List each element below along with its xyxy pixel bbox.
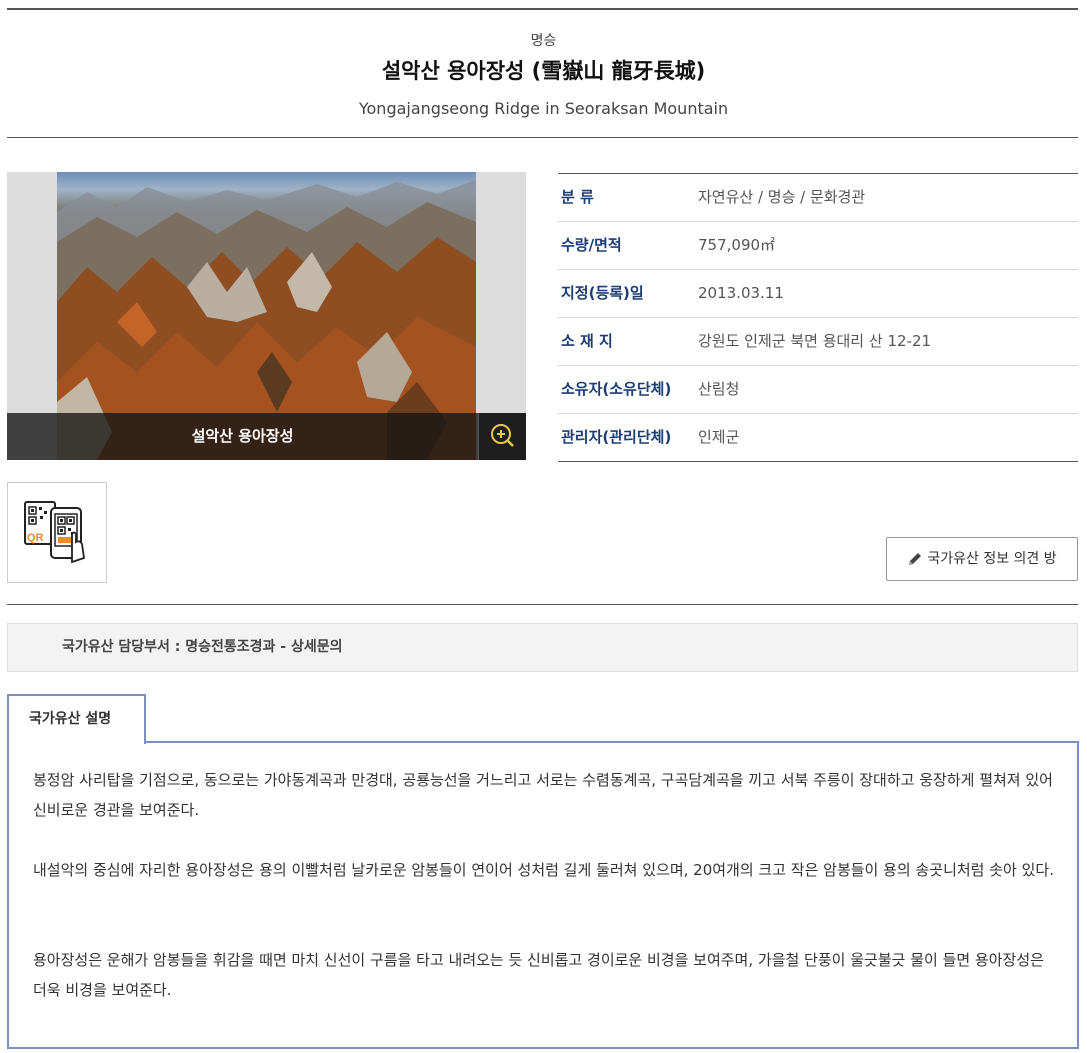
- info-row-classification: 분 류 자연유산 / 명승 / 문화경관: [558, 174, 1078, 222]
- info-label: 소유자(소유단체): [561, 380, 672, 398]
- top-divider: [7, 8, 1078, 10]
- opinion-button-label: 국가유산 정보 의견 방: [927, 551, 1057, 567]
- info-row-area: 수량/면적 757,090㎡: [558, 222, 1078, 270]
- info-row-manager: 관리자(관리단체) 인제군: [558, 414, 1078, 462]
- zoom-button[interactable]: [478, 413, 526, 460]
- description-paragraph: 내설악의 중심에 자리한 용아장성은 용의 이빨처럼 날카로운 암봉들이 연이어…: [33, 861, 1054, 879]
- header-divider: [7, 137, 1078, 138]
- photo-caption-bar: 설악산 용아장성: [7, 413, 526, 460]
- info-row-owner: 소유자(소유단체) 산림청: [558, 366, 1078, 414]
- page-title: 설악산 용아장성 (雪嶽山 龍牙長城): [381, 59, 706, 83]
- description-panel: 봉정암 사리탑을 기점으로, 동으로는 가야동계곡과 만경대, 공룡능선을 거느…: [7, 741, 1079, 1049]
- heritage-category: 명승: [530, 33, 557, 49]
- qr-code-button[interactable]: QR: [7, 482, 107, 583]
- info-value: 자연유산 / 명승 / 문화경관: [698, 188, 866, 206]
- info-label: 수량/면적: [561, 236, 622, 254]
- english-title: Yongajangseong Ridge in Seoraksan Mounta…: [358, 99, 729, 118]
- description-paragraph: 봉정암 사리탑을 기점으로, 동으로는 가야동계곡과 만경대, 공룡능선을 거느…: [33, 771, 1053, 819]
- qr-code-icon: QR: [24, 501, 85, 564]
- info-value: 2013.03.11: [698, 284, 784, 302]
- department-info: 국가유산 담당부서 : 명승전통조경과 - 상세문의: [7, 623, 1078, 672]
- info-row-designation-date: 지정(등록)일 2013.03.11: [558, 270, 1078, 318]
- info-row-location: 소 재 지 강원도 인제군 북면 용대리 산 12-21: [558, 318, 1078, 366]
- tab-heritage-description[interactable]: 국가유산 설명: [7, 694, 146, 744]
- photo-caption: 설악산 용아장성: [191, 427, 294, 445]
- section-divider: [7, 604, 1078, 605]
- detail-inquiry-link[interactable]: 상세문의: [291, 639, 343, 655]
- info-label: 관리자(관리단체): [561, 428, 672, 446]
- info-label: 소 재 지: [561, 332, 613, 350]
- heritage-info-table: 분 류 자연유산 / 명승 / 문화경관 수량/면적 757,090㎡ 지정(등…: [558, 173, 1078, 462]
- info-label: 분 류: [561, 188, 594, 206]
- heritage-opinion-button[interactable]: 국가유산 정보 의견 방: [886, 537, 1078, 581]
- tab-label: 국가유산 설명: [29, 711, 112, 727]
- info-value: 산림청: [698, 380, 740, 398]
- photo-viewer: 설악산 용아장성: [7, 172, 526, 460]
- pencil-icon: [909, 553, 922, 565]
- department-label: 국가유산 담당부서 : 명승전통조경과 -: [62, 639, 291, 655]
- qr-label: QR: [27, 532, 44, 544]
- info-value: 인제군: [698, 428, 740, 446]
- info-label: 지정(등록)일: [561, 284, 644, 302]
- info-value: 강원도 인제군 북면 용대리 산 12-21: [698, 332, 932, 350]
- zoom-in-icon: [491, 424, 514, 447]
- description-paragraph: 용아장성은 운해가 암봉들을 휘감을 때면 마치 신선이 구름을 타고 내려오는…: [33, 951, 1044, 999]
- info-value: 757,090㎡: [698, 236, 776, 254]
